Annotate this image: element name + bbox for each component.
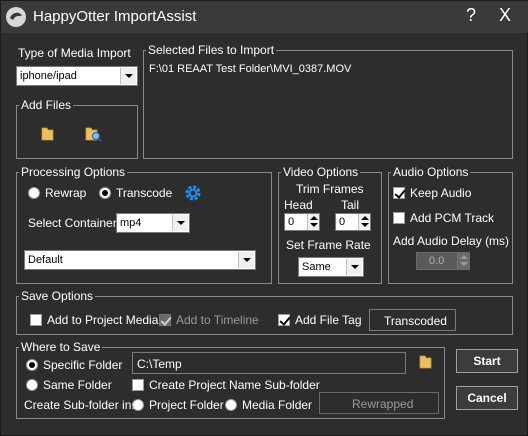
browse-folder-icon[interactable] bbox=[419, 354, 433, 370]
keep-audio-checkbox[interactable] bbox=[393, 187, 405, 199]
transcode-radio[interactable] bbox=[99, 187, 111, 199]
preset-select[interactable]: Default bbox=[24, 250, 256, 270]
project-name-subfolder-checkbox[interactable] bbox=[132, 379, 144, 391]
file-tag-input[interactable]: Transcoded bbox=[369, 309, 456, 331]
specific-folder-label: Specific Folder bbox=[43, 358, 123, 372]
arrow-down-icon bbox=[460, 262, 468, 266]
start-button[interactable]: Start bbox=[456, 349, 518, 373]
pcm-track-checkbox[interactable] bbox=[393, 212, 405, 224]
spinner-buttons[interactable] bbox=[457, 253, 469, 269]
container-select[interactable]: mp4 bbox=[116, 213, 190, 233]
chevron-down-icon bbox=[120, 68, 136, 84]
tail-spinner[interactable]: 0 bbox=[335, 213, 371, 231]
audio-delay-label: Add Audio Delay (ms) bbox=[393, 234, 510, 248]
add-to-timeline-label: Add to Timeline bbox=[176, 313, 259, 327]
happyotter-logo-icon bbox=[6, 7, 26, 27]
project-folder-label: Project Folder bbox=[149, 398, 224, 412]
audio-delay-spinner[interactable]: 0.0 bbox=[416, 252, 470, 270]
head-value: 0 bbox=[288, 216, 295, 228]
cancel-button[interactable]: Cancel bbox=[456, 386, 518, 410]
same-folder-label: Same Folder bbox=[43, 378, 112, 392]
container-value: mp4 bbox=[120, 217, 142, 229]
add-files-search-icon[interactable] bbox=[85, 126, 103, 142]
processing-options-legend: Processing Options bbox=[21, 165, 126, 179]
transcode-label: Transcode bbox=[116, 186, 173, 200]
chevron-down-icon bbox=[346, 259, 362, 275]
add-files-legend: Add Files bbox=[21, 98, 72, 112]
window-title: HappyOtter ImportAssist bbox=[33, 8, 197, 25]
subfolder-in-label: Create Sub-folder in: bbox=[24, 398, 135, 412]
project-name-subfolder-label: Create Project Name Sub-folder bbox=[149, 378, 320, 392]
preset-value: Default bbox=[28, 254, 63, 266]
container-label: Select Container bbox=[28, 216, 117, 230]
rewrap-radio[interactable] bbox=[28, 187, 40, 199]
audio-options-legend: Audio Options bbox=[393, 165, 469, 179]
add-to-project-media-label: Add to Project Media bbox=[47, 313, 159, 327]
help-button[interactable]: ? bbox=[459, 5, 483, 26]
arrow-up-icon bbox=[310, 216, 318, 220]
title-bar: HappyOtter ImportAssist ? X bbox=[1, 1, 528, 33]
gear-icon[interactable] bbox=[184, 184, 202, 202]
add-to-project-media-checkbox[interactable] bbox=[30, 314, 42, 326]
head-spinner[interactable]: 0 bbox=[284, 213, 320, 231]
media-folder-label: Media Folder bbox=[242, 398, 313, 412]
selected-files-group: Selected Files to Import bbox=[143, 44, 513, 159]
rewrapped-input[interactable]: Rewrapped bbox=[319, 392, 439, 414]
audio-delay-value: 0.0 bbox=[429, 255, 445, 267]
arrow-up-icon bbox=[460, 255, 468, 259]
project-folder-radio[interactable] bbox=[132, 399, 144, 411]
arrow-up-icon bbox=[361, 216, 369, 220]
rewrapped-value: Rewrapped bbox=[352, 397, 414, 411]
frame-rate-label: Set Frame Rate bbox=[286, 238, 371, 252]
chevron-down-icon bbox=[172, 215, 188, 231]
add-folder-icon[interactable] bbox=[41, 126, 55, 142]
spinner-buttons[interactable] bbox=[307, 214, 319, 230]
rewrap-label: Rewrap bbox=[45, 186, 87, 200]
file-tag-value: Transcoded bbox=[384, 314, 447, 328]
trim-frames-label: Trim Frames bbox=[296, 182, 364, 196]
media-import-select[interactable]: iphone/ipad bbox=[16, 66, 138, 86]
media-import-value: iphone/ipad bbox=[20, 70, 77, 82]
save-options-legend: Save Options bbox=[21, 289, 94, 303]
selected-files-legend: Selected Files to Import bbox=[148, 43, 275, 57]
close-button[interactable]: X bbox=[493, 5, 517, 26]
add-file-tag-label: Add File Tag bbox=[295, 313, 362, 327]
where-to-save-legend: Where to Save bbox=[21, 340, 101, 354]
tail-label: Tail bbox=[341, 198, 360, 212]
keep-audio-label: Keep Audio bbox=[410, 186, 472, 200]
folder-path-input[interactable]: C:\Temp bbox=[132, 352, 406, 374]
spinner-buttons[interactable] bbox=[358, 214, 370, 230]
selected-file-item[interactable]: F:\01 REAAT Test Folder\MVI_0387.MOV bbox=[149, 63, 351, 75]
folder-path-value: C:\Temp bbox=[137, 357, 182, 371]
add-to-timeline-checkbox[interactable] bbox=[159, 314, 171, 326]
arrow-down-icon bbox=[361, 223, 369, 227]
media-import-label: Type of Media Import bbox=[18, 46, 131, 60]
head-label: Head bbox=[284, 198, 313, 212]
chevron-down-icon bbox=[238, 252, 254, 268]
video-options-legend: Video Options bbox=[283, 165, 359, 179]
add-file-tag-checkbox[interactable] bbox=[278, 314, 290, 326]
frame-rate-value: Same bbox=[302, 261, 331, 273]
media-folder-radio[interactable] bbox=[225, 399, 237, 411]
tail-value: 0 bbox=[339, 216, 346, 228]
add-files-group: Add Files bbox=[16, 99, 138, 159]
arrow-down-icon bbox=[310, 223, 318, 227]
same-folder-radio[interactable] bbox=[26, 379, 38, 391]
specific-folder-radio[interactable] bbox=[26, 359, 38, 371]
app-window: HappyOtter ImportAssist ? X Type of Medi… bbox=[0, 0, 528, 436]
frame-rate-select[interactable]: Same bbox=[298, 257, 364, 277]
pcm-track-label: Add PCM Track bbox=[410, 211, 495, 225]
